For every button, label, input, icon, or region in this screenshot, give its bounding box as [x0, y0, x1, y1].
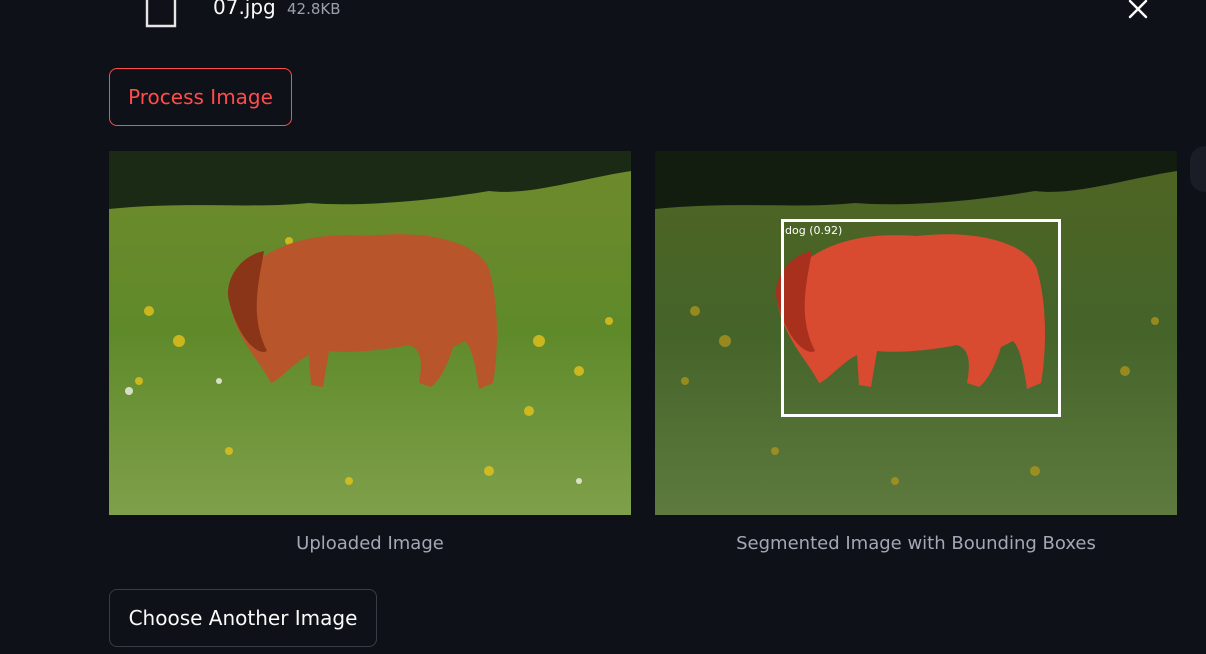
uploaded-file-row: 07.jpg 42.8KB: [0, 0, 1206, 40]
uploaded-image-caption: Uploaded Image: [296, 533, 444, 554]
process-image-button[interactable]: Process Image: [109, 68, 292, 126]
detection-label: dog (0.92): [785, 224, 843, 237]
fullscreen-toggle[interactable]: [1190, 146, 1206, 192]
close-icon[interactable]: [1125, 0, 1151, 22]
detection-bounding-box: [781, 219, 1061, 417]
uploaded-image: [109, 151, 631, 515]
segmented-image-caption: Segmented Image with Bounding Boxes: [736, 533, 1096, 554]
file-icon: [145, 0, 177, 28]
file-size: 42.8KB: [287, 0, 341, 18]
segmented-image: dog (0.92): [655, 151, 1177, 515]
file-name: 07.jpg: [213, 0, 276, 19]
choose-another-image-button[interactable]: Choose Another Image: [109, 589, 377, 647]
